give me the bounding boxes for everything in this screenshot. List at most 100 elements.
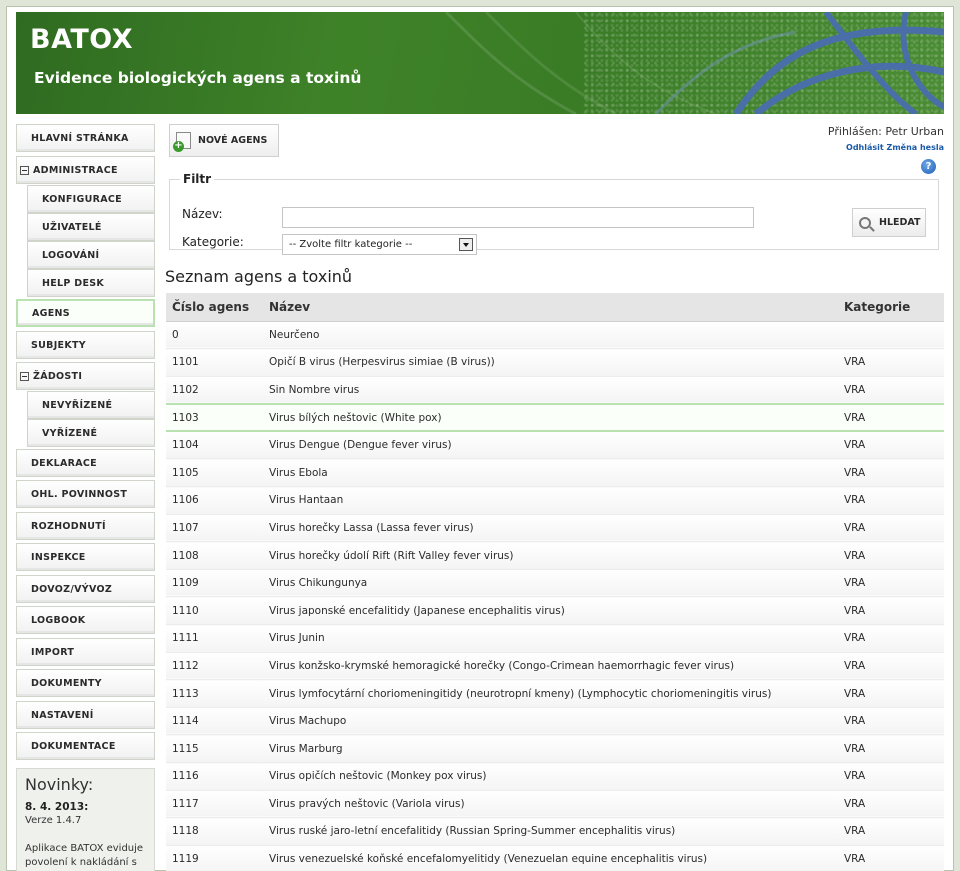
cell-category: VRA — [838, 707, 944, 736]
cell-name: Neurčeno — [263, 321, 838, 350]
cell-number: 0 — [166, 321, 263, 350]
table-row[interactable]: 1118 Virus ruské jaro-letní encefalitidy … — [166, 817, 944, 846]
table-row[interactable]: 0 Neurčeno — [166, 321, 944, 350]
cell-number: 1105 — [166, 458, 263, 488]
table-row[interactable]: 1104 Virus Dengue (Dengue fever virus) VRA — [166, 431, 944, 460]
cell-category: VRA — [838, 845, 944, 871]
cell-category: VRA — [838, 569, 944, 598]
cell-category — [838, 321, 944, 350]
table-row[interactable]: 1108 Virus horečky údolí Rift (Rift Valle… — [166, 541, 944, 570]
sidebar-item-uzivatele[interactable]: UŽIVATELÉ — [27, 213, 155, 241]
sidebar-item-zadosti[interactable]: ŽÁDOSTI — [16, 362, 155, 390]
cell-category: VRA — [838, 790, 944, 819]
app-title: BATOX — [30, 24, 134, 55]
sidebar-item-label: NEVYŘÍZENÉ — [42, 399, 113, 411]
cell-name: Virus japonské encefalitidy (Japanese en… — [263, 596, 838, 626]
table-row[interactable]: 1116 Virus opičích neštovic (Monkey pox v… — [166, 762, 944, 791]
sidebar-item-label: INSPEKCE — [31, 551, 86, 563]
change-password-link[interactable]: Změna hesla — [887, 143, 944, 152]
agents-table-body: 0 Neurčeno 1101 Opičí B virus (Herpesvirus … — [166, 321, 944, 871]
search-button[interactable]: HLEDAT — [852, 208, 926, 237]
cell-name: Virus lymfocytární choriomeningitidy (ne… — [263, 679, 838, 708]
sidebar-item-label: ROZHODNUTÍ — [31, 520, 106, 532]
sidebar-item-ohl-povinnost[interactable]: OHL. POVINNOST — [16, 480, 155, 508]
sidebar-item-rozhodnuti[interactable]: ROZHODNUTÍ — [16, 512, 155, 540]
table-row[interactable]: 1102 Sin Nombre virus VRA — [166, 376, 944, 405]
chevron-down-icon[interactable] — [459, 238, 473, 251]
cell-number: 1110 — [166, 596, 263, 626]
sidebar-item-logbook[interactable]: LOGBOOK — [16, 606, 155, 634]
sidebar-item-dovoz-vyvoz[interactable]: DOVOZ/VÝVOZ — [16, 575, 155, 603]
cell-number: 1115 — [166, 734, 263, 763]
logout-link[interactable]: Odhlásit — [846, 143, 884, 152]
cell-number: 1109 — [166, 569, 263, 598]
sidebar-item-label: ŽÁDOSTI — [33, 370, 83, 382]
cell-name: Virus horečky Lassa (Lassa fever virus) — [263, 514, 838, 543]
filter-legend: Filtr — [183, 172, 212, 186]
table-row[interactable]: 1112 Virus konžsko-krymské hemoragické ho… — [166, 652, 944, 681]
sidebar-item-logovani[interactable]: LOGOVÁNÍ — [27, 241, 155, 269]
table-row[interactable]: 1107 Virus horečky Lassa (Lassa fever vir… — [166, 514, 944, 543]
cell-name: Virus Ebola — [263, 458, 838, 488]
category-select[interactable]: -- Zvolte filtr kategorie -- — [282, 234, 477, 255]
sidebar-item-import[interactable]: IMPORT — [16, 638, 155, 666]
cell-category: VRA — [838, 624, 944, 653]
cell-name: Virus ruské jaro-letní encefalitidy (Rus… — [263, 817, 838, 846]
table-row[interactable]: 1114 Virus Machupo VRA — [166, 707, 944, 736]
cell-number: 1118 — [166, 817, 263, 846]
sidebar-item-konfigurace[interactable]: KONFIGURACE — [27, 185, 155, 213]
table-row[interactable]: 1103 Virus bílých neštovic (White pox) VRA — [166, 402, 944, 433]
main-content: NOVÉ AGENS Přihlášen: Petr Urban Odhlási… — [165, 122, 944, 871]
new-agent-button[interactable]: NOVÉ AGENS — [169, 124, 279, 157]
sidebar-item-subjekty[interactable]: SUBJEKTY — [16, 331, 155, 359]
cell-number: 1104 — [166, 431, 263, 460]
table-row[interactable]: 1111 Virus Junin VRA — [166, 624, 944, 653]
column-header-number[interactable]: Číslo agens — [166, 293, 263, 322]
user-links: Odhlásit Změna hesla — [846, 143, 944, 152]
news-version: Verze 1.4.7 — [25, 815, 82, 826]
sidebar-item-vyrizene[interactable]: VYŘÍZENÉ — [27, 419, 155, 447]
cell-category: VRA — [838, 402, 944, 433]
table-row[interactable]: 1110 Virus japonské encefalitidy (Japanes… — [166, 596, 944, 626]
sidebar-item-agens[interactable]: AGENS — [16, 299, 155, 327]
app-subtitle: Evidence biologických agens a toxinů — [34, 69, 362, 87]
header-banner: BATOX Evidence biologických agens a toxi… — [16, 12, 944, 114]
cell-name: Virus Chikungunya — [263, 569, 838, 598]
cell-category: VRA — [838, 514, 944, 543]
sidebar-item-dokumenty[interactable]: DOKUMENTY — [16, 669, 155, 697]
sidebar-item-hlavni-stranka[interactable]: HLAVNÍ STRÁNKA — [16, 124, 155, 152]
sidebar-item-label: DOKUMENTY — [31, 677, 102, 689]
cell-name: Virus venezuelské koňské encefalomyeliti… — [263, 845, 838, 871]
sidebar-item-label: KONFIGURACE — [42, 193, 122, 205]
table-row[interactable]: 1101 Opičí B virus (Herpesvirus simiae (B… — [166, 348, 944, 377]
banner-decoration — [444, 12, 944, 114]
sidebar-item-label: HLAVNÍ STRÁNKA — [31, 132, 129, 144]
column-header-name[interactable]: Název — [263, 293, 838, 322]
sidebar-item-dokumentace[interactable]: DOKUMENTACE — [16, 732, 155, 760]
table-row[interactable]: 1117 Virus pravých neštovic (Variola viru… — [166, 790, 944, 819]
column-header-category[interactable]: Kategorie — [838, 293, 944, 322]
name-input[interactable] — [282, 207, 754, 228]
cell-number: 1101 — [166, 348, 263, 377]
table-row[interactable]: 1119 Virus venezuelské koňské encefalomye… — [166, 845, 944, 871]
sidebar-item-label: UŽIVATELÉ — [42, 221, 102, 233]
table-row[interactable]: 1115 Virus Marburg VRA — [166, 734, 944, 763]
cell-name: Virus Hantaan — [263, 486, 838, 515]
sidebar-item-nastaveni[interactable]: NASTAVENÍ — [16, 701, 155, 729]
collapse-icon[interactable] — [20, 165, 29, 175]
sidebar-item-administrace[interactable]: ADMINISTRACE — [16, 156, 155, 184]
table-row[interactable]: 1113 Virus lymfocytární choriomeningitidy… — [166, 679, 944, 708]
sidebar-item-inspekce[interactable]: INSPEKCE — [16, 543, 155, 571]
collapse-icon[interactable] — [20, 371, 29, 381]
sidebar-item-deklarace[interactable]: DEKLARACE — [16, 449, 155, 477]
search-icon — [859, 216, 871, 229]
cell-category: VRA — [838, 652, 944, 681]
table-row[interactable]: 1109 Virus Chikungunya VRA — [166, 569, 944, 598]
table-row[interactable]: 1106 Virus Hantaan VRA — [166, 486, 944, 515]
table-row[interactable]: 1105 Virus Ebola VRA — [166, 458, 944, 488]
cell-number: 1111 — [166, 624, 263, 653]
sidebar-item-nevyrizene[interactable]: NEVYŘÍZENÉ — [27, 391, 155, 419]
sidebar-item-help-desk[interactable]: HELP DESK — [27, 269, 155, 297]
cell-category: VRA — [838, 376, 944, 405]
cell-category: VRA — [838, 817, 944, 846]
